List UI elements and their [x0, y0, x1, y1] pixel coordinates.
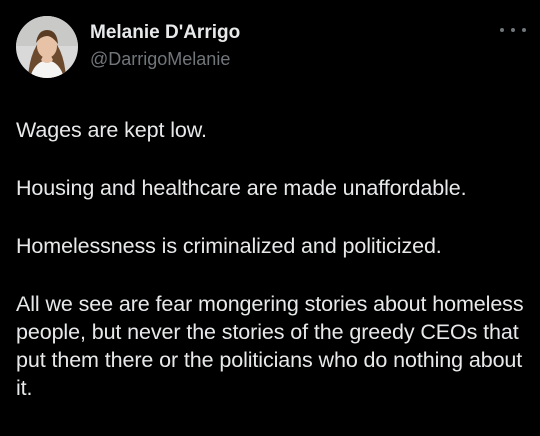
- author-avatar[interactable]: [16, 16, 78, 78]
- author-display-name[interactable]: Melanie D'Arrigo: [90, 22, 240, 44]
- post-paragraph: Wages are kept low.: [16, 118, 207, 142]
- ellipsis-icon-dot: [522, 28, 526, 32]
- more-options-button[interactable]: [500, 22, 526, 38]
- post-text: Wages are kept low. Housing and healthca…: [16, 116, 531, 432]
- post-paragraph: All we see are fear mongering stories ab…: [16, 292, 524, 400]
- author-handle[interactable]: @DarrigoMelanie: [90, 49, 230, 70]
- ellipsis-icon-dot: [511, 28, 515, 32]
- post-card: Melanie D'Arrigo @DarrigoMelanie Wages a…: [0, 0, 540, 436]
- post-paragraph: Housing and healthcare are made unafford…: [16, 176, 467, 200]
- post-paragraph: Homelessness is criminalized and politic…: [16, 234, 442, 258]
- avatar-photo-icon: [16, 16, 78, 78]
- ellipsis-icon-dot: [500, 28, 504, 32]
